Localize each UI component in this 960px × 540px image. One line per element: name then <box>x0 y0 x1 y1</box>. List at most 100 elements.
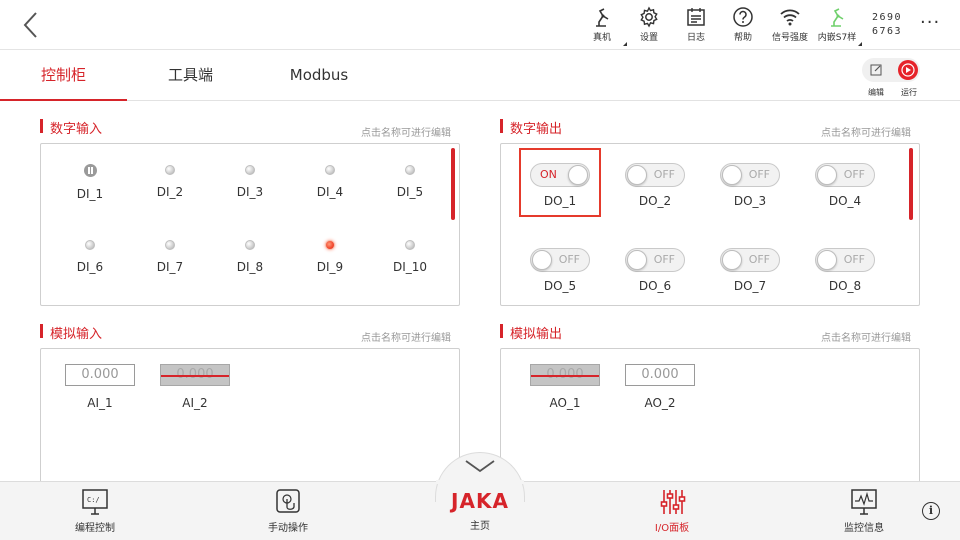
embedded-s7-label: 内嵌S7样 <box>817 33 857 43</box>
analog-output-title: 模拟输出 <box>500 323 562 342</box>
manual-touch-icon <box>276 489 300 513</box>
chevron-down-icon[interactable] <box>464 458 496 474</box>
di-item: DI_2 <box>140 165 200 199</box>
di-label[interactable]: DI_5 <box>380 185 440 199</box>
nav-programming[interactable]: C:/ 编程控制 <box>50 488 140 534</box>
ai-1-value[interactable]: 0.000 <box>65 364 135 386</box>
jaka-logo: JAKA <box>451 489 509 513</box>
real-robot-label: 真机 <box>592 33 611 43</box>
led-indicator-icon <box>325 240 335 250</box>
nav-manual[interactable]: 手动操作 <box>243 488 333 534</box>
help-button[interactable]: 帮助 <box>716 6 770 48</box>
do-label[interactable]: DO_6 <box>620 279 690 293</box>
program-console-icon: C:/ <box>82 489 108 515</box>
di-label[interactable]: DI_2 <box>140 185 200 199</box>
di-item: DI_8 <box>220 240 280 274</box>
do-item: OFF DO_6 <box>620 248 690 293</box>
svg-text:C:/: C:/ <box>87 496 100 504</box>
nav-programming-label: 编程控制 <box>75 523 115 534</box>
ao-2-label[interactable]: AO_2 <box>625 396 695 410</box>
di-item: DI_10 <box>380 240 440 274</box>
digital-output-scrollbar[interactable] <box>909 148 913 220</box>
signal-strength-label: 信号强度 <box>771 33 808 43</box>
do-item: OFF DO_8 <box>810 248 880 293</box>
tab-bar: 控制柜 工具端 Modbus <box>0 50 960 101</box>
edit-button[interactable] <box>864 58 888 82</box>
run-play-icon <box>898 60 918 80</box>
led-indicator-icon <box>165 240 175 250</box>
gear-icon <box>640 6 658 28</box>
nav-home[interactable]: JAKA 主页 <box>435 488 525 532</box>
toggle-state-text: OFF <box>748 253 770 266</box>
di-label[interactable]: DI_9 <box>300 260 360 274</box>
led-indicator-icon <box>245 165 255 175</box>
di-label[interactable]: DI_6 <box>60 260 120 274</box>
nav-io-panel[interactable]: I/O面板 <box>627 488 717 534</box>
wifi-icon <box>780 9 800 26</box>
settings-button[interactable]: 设置 <box>622 6 676 48</box>
nav-monitor[interactable]: 监控信息 <box>819 488 909 534</box>
tab-control-cabinet[interactable]: 控制柜 <box>0 50 127 101</box>
do-toggle-switch[interactable]: OFF <box>720 248 780 272</box>
do-toggle-switch[interactable]: OFF <box>720 163 780 187</box>
ao-2-value[interactable]: 0.000 <box>625 364 695 386</box>
do-label[interactable]: DO_2 <box>620 194 690 208</box>
run-button[interactable] <box>896 58 920 82</box>
toggle-state-text: OFF <box>653 253 675 266</box>
collapse-tab-mask <box>436 480 524 484</box>
do-toggle-switch[interactable]: OFF <box>530 248 590 272</box>
signal-strength-button[interactable]: 信号强度 <box>763 6 817 48</box>
do-label[interactable]: DO_1 <box>525 194 595 208</box>
log-button[interactable]: 日志 <box>669 6 723 48</box>
toggle-state-text: OFF <box>843 253 865 266</box>
do-toggle-switch[interactable]: OFF <box>625 248 685 272</box>
do-label[interactable]: DO_4 <box>810 194 880 208</box>
log-label: 日志 <box>686 33 705 43</box>
toggle-state-text: OFF <box>558 253 580 266</box>
toggle-state-text: OFF <box>843 168 865 181</box>
ai-1-label[interactable]: AI_1 <box>65 396 135 410</box>
edit-label: 编辑 <box>868 88 884 97</box>
tab-tool-end[interactable]: 工具端 <box>127 50 254 101</box>
do-toggle-switch[interactable]: OFF <box>815 248 875 272</box>
info-icon[interactable]: i <box>922 502 940 520</box>
dropdown-corner-icon <box>858 42 862 46</box>
run-label: 运行 <box>901 88 917 97</box>
di-label[interactable]: DI_3 <box>220 185 280 199</box>
digital-input-scrollbar[interactable] <box>451 148 455 220</box>
more-menu-button[interactable]: ··· <box>920 12 940 33</box>
di-label[interactable]: DI_10 <box>380 260 440 274</box>
do-label[interactable]: DO_8 <box>810 279 880 293</box>
do-toggle-switch[interactable]: OFF <box>625 163 685 187</box>
analog-input-title: 模拟输入 <box>40 323 102 342</box>
real-robot-button[interactable]: 真机 <box>575 6 629 48</box>
di-label[interactable]: DI_7 <box>140 260 200 274</box>
di-label[interactable]: DI_4 <box>300 185 360 199</box>
robot-arm-icon <box>596 8 609 27</box>
digital-input-title: 数字输入 <box>40 118 102 137</box>
do-toggle-switch[interactable]: OFF <box>815 163 875 187</box>
di-label[interactable]: DI_1 <box>60 187 120 201</box>
di-label[interactable]: DI_8 <box>220 260 280 274</box>
do-label[interactable]: DO_3 <box>715 194 785 208</box>
toggle-knob <box>722 165 742 185</box>
toggle-knob <box>817 250 837 270</box>
ao-1-value: 0.000 <box>530 364 600 386</box>
do-label[interactable]: DO_7 <box>715 279 785 293</box>
ai-2-label[interactable]: AI_2 <box>160 396 230 410</box>
embedded-s7-button[interactable]: 内嵌S7样 <box>810 6 864 48</box>
led-indicator-icon <box>85 240 95 250</box>
help-icon <box>733 7 753 27</box>
ao-1-label[interactable]: AO_1 <box>530 396 600 410</box>
settings-label: 设置 <box>639 33 658 43</box>
tab-modbus[interactable]: Modbus <box>254 50 384 101</box>
di-item: DI_9 <box>300 240 360 274</box>
back-arrow-icon[interactable] <box>18 10 46 40</box>
ai-2-value: 0.000 <box>160 364 230 386</box>
do-label[interactable]: DO_5 <box>525 279 595 293</box>
nav-io-panel-label: I/O面板 <box>654 523 690 534</box>
top-bar: 真机 设置 日志 帮助 信号强度 内嵌S7样 2690 6763 ··· <box>0 0 960 50</box>
do-item: OFF DO_2 <box>620 163 690 208</box>
digital-output-title: 数字输出 <box>500 118 562 137</box>
do-toggle-switch[interactable]: ON <box>530 163 590 187</box>
